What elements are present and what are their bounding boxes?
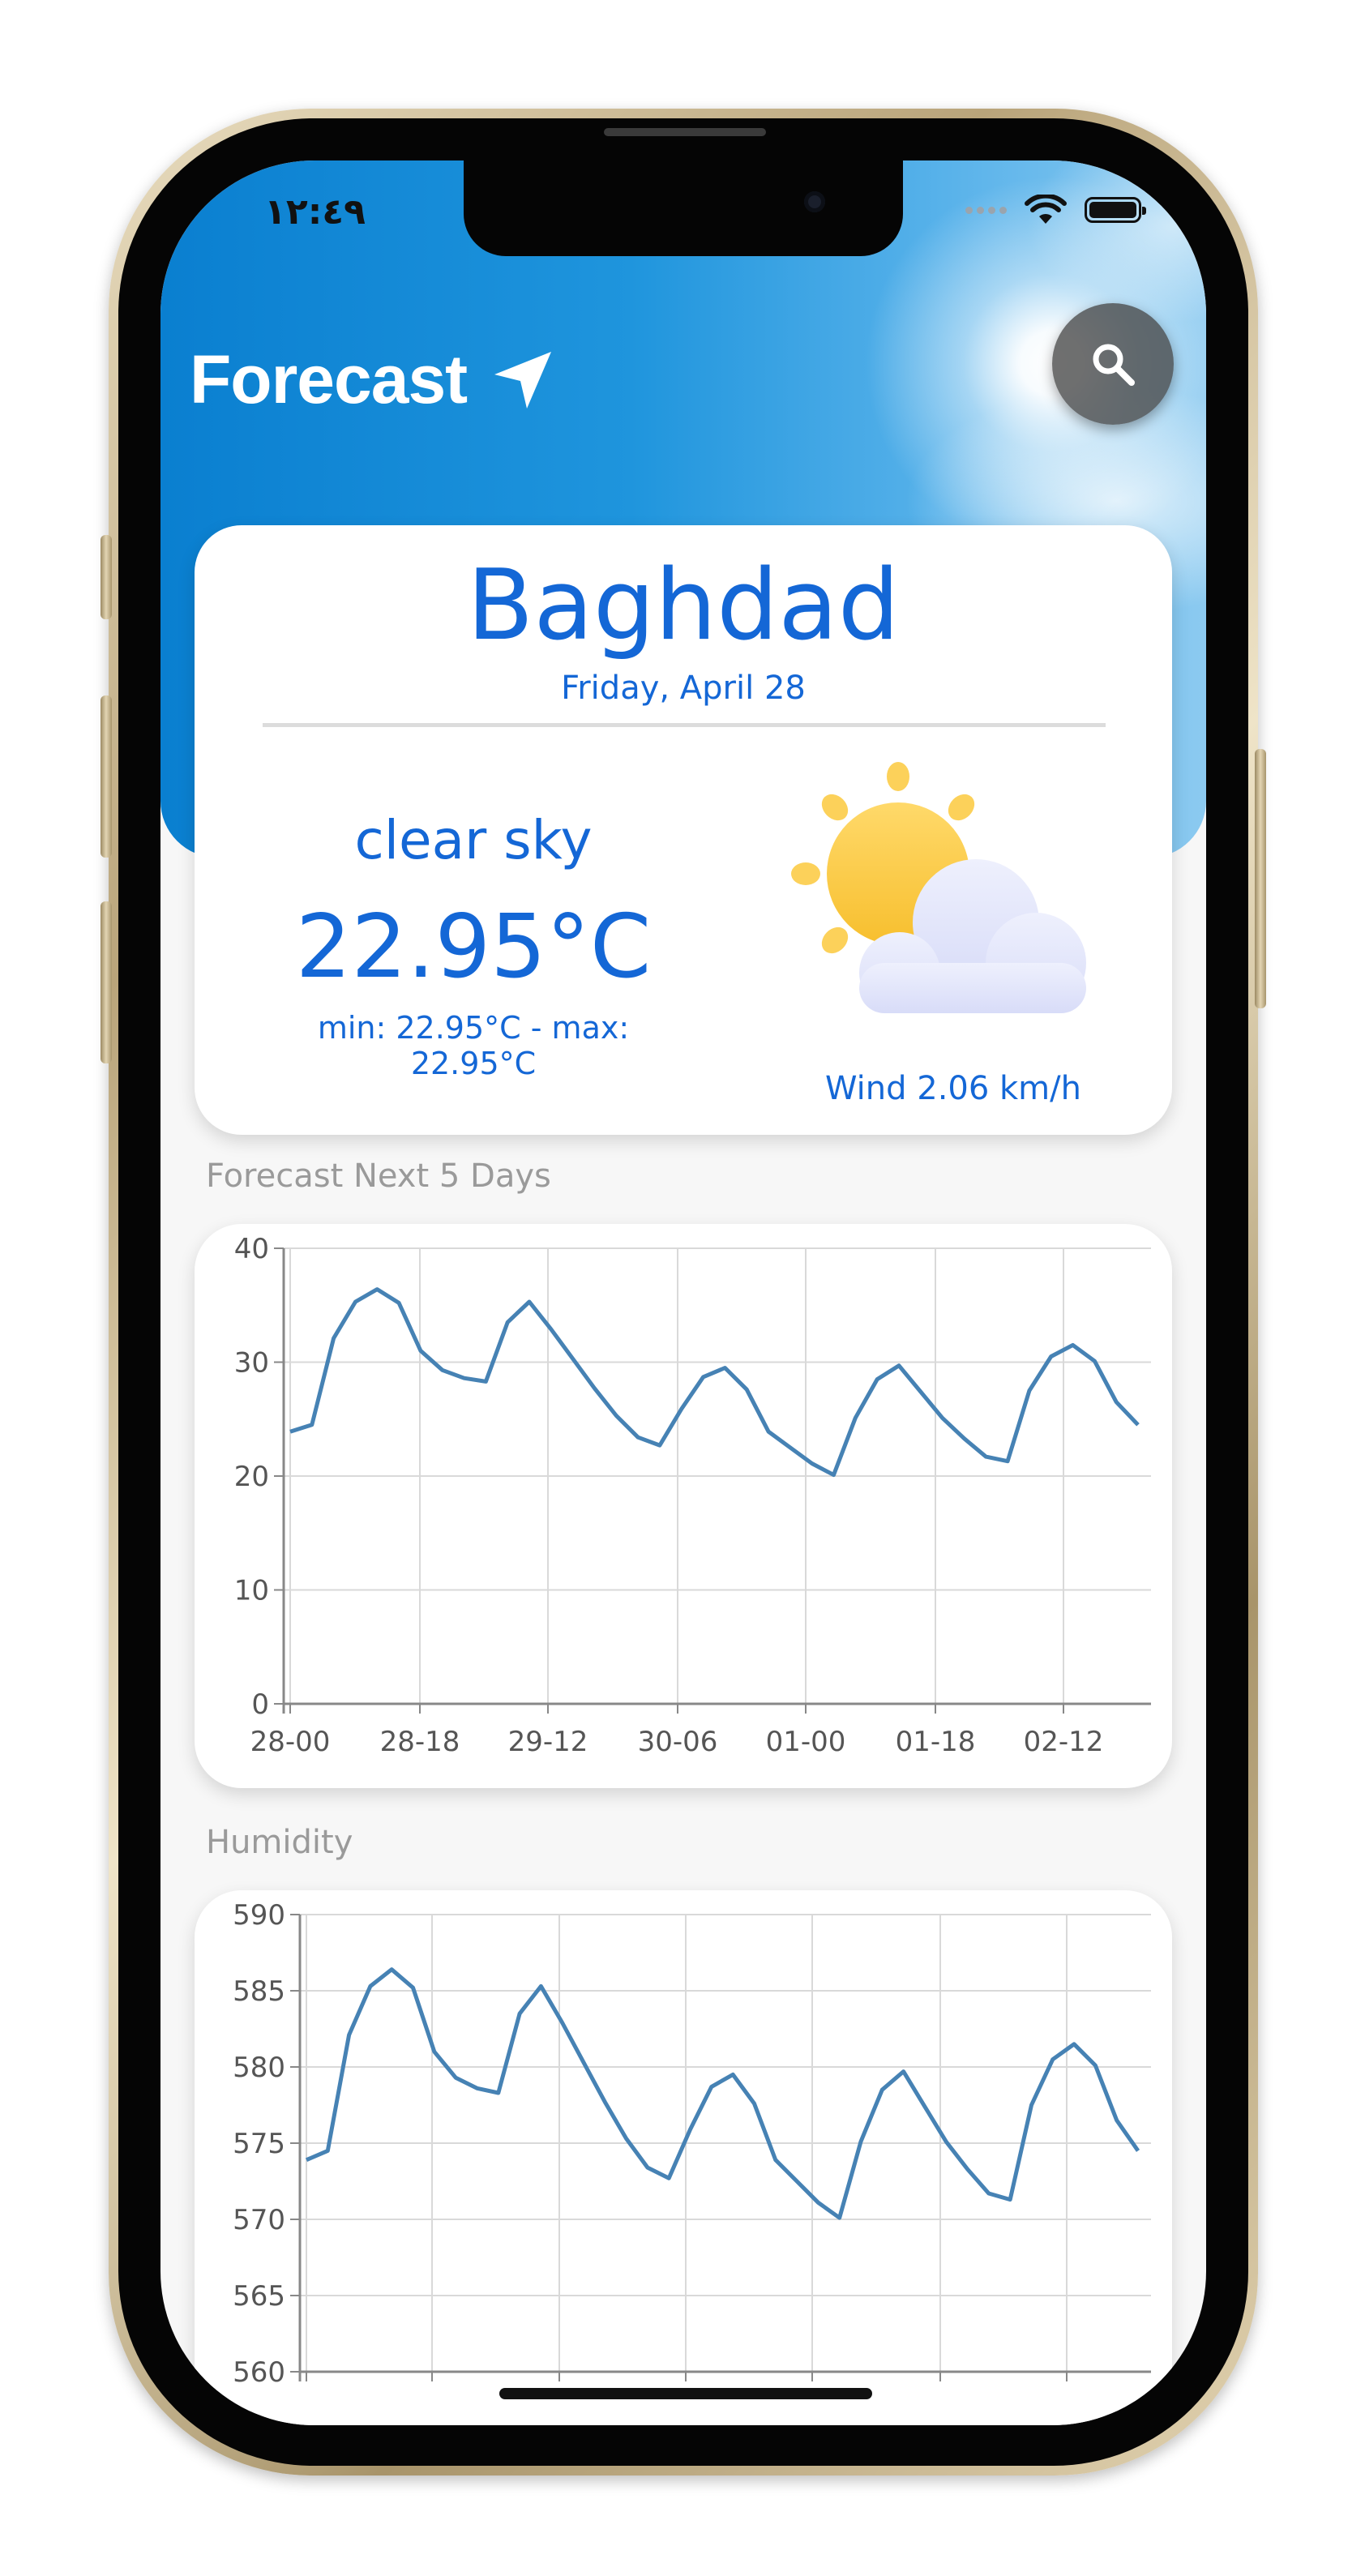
current-temperature: 22.95°C: [295, 896, 652, 998]
speaker-grille: [604, 128, 766, 136]
divider: [263, 723, 1106, 727]
battery-icon: [1085, 197, 1146, 223]
y-tick-label: 585: [233, 1975, 285, 2008]
series-line: [306, 1967, 1140, 2220]
y-tick-label: 570: [233, 2204, 285, 2236]
front-camera: [804, 191, 825, 212]
app-screen: ١٢:٤٩ Forecast Baghdad Friday, April 28 …: [160, 160, 1206, 2425]
x-tick-label: 01-00: [766, 1726, 846, 1758]
power-button: [1255, 749, 1266, 1008]
status-icons: [965, 195, 1146, 225]
min-max-temperature: min: 22.95°C - max: 22.95°C: [317, 1010, 630, 1081]
wind-speed: Wind 2.06 km/h: [825, 1070, 1081, 1107]
app-title-text: Forecast: [190, 341, 468, 417]
y-tick-label: 590: [233, 1899, 285, 1932]
weather-description: clear sky: [354, 809, 593, 871]
forecast-temperature-chart: 0 10 20 30 40 28-00 28-18 29-12 30-06 01-00 01-18 0…: [234, 1233, 1151, 1758]
search-icon: [1093, 344, 1135, 386]
current-weather-card: Baghdad Friday, April 28 clear sky 22.95…: [195, 525, 1172, 1135]
y-tick-label: 0: [251, 1688, 269, 1721]
y-tick-label: 565: [233, 2280, 285, 2313]
search-button[interactable]: [1052, 303, 1174, 425]
forecast-chart-card: 0 10 20 30 40 28-00 28-18 29-12 30-06 01-00 01-18 0…: [195, 1224, 1172, 1788]
forecast-section-label: Forecast Next 5 Days: [206, 1157, 551, 1195]
city-name: Baghdad: [467, 550, 900, 662]
y-tick-label: 580: [233, 2052, 285, 2084]
series-line: [289, 1287, 1140, 1478]
home-indicator: [499, 2388, 872, 2399]
humidity-chart: 560 565 570 575 580 585 590: [233, 1899, 1151, 2389]
y-tick-label: 10: [234, 1575, 269, 1607]
y-tick-label: 40: [234, 1233, 269, 1265]
y-tick-label: 560: [233, 2356, 285, 2389]
status-time: ١٢:٤٩: [264, 191, 366, 233]
x-tick-label: 28-00: [250, 1726, 331, 1758]
notch: [464, 160, 903, 256]
app-title: Forecast: [190, 340, 554, 419]
volume-down-button: [101, 901, 112, 1063]
silent-switch: [101, 535, 112, 619]
volume-up-button: [101, 695, 112, 858]
y-tick-label: 20: [234, 1461, 269, 1493]
wifi-icon: [1025, 195, 1067, 224]
cellular-signal-icon: [965, 206, 1007, 214]
x-tick-label: 01-18: [896, 1726, 976, 1758]
x-tick-label: 28-18: [380, 1726, 460, 1758]
navigation-arrow-icon: [494, 351, 552, 409]
humidity-chart-card: 560 565 570 575 580 585 590: [195, 1890, 1172, 2425]
x-tick-label: 02-12: [1024, 1726, 1104, 1758]
y-tick-label: 30: [234, 1347, 269, 1380]
current-date: Friday, April 28: [561, 670, 806, 707]
x-tick-label: 30-06: [638, 1726, 718, 1758]
sun-behind-cloud-icon: [791, 762, 1086, 1013]
x-tick-label: 29-12: [508, 1726, 588, 1758]
y-tick-label: 575: [233, 2128, 285, 2160]
humidity-section-label: Humidity: [206, 1824, 353, 1861]
